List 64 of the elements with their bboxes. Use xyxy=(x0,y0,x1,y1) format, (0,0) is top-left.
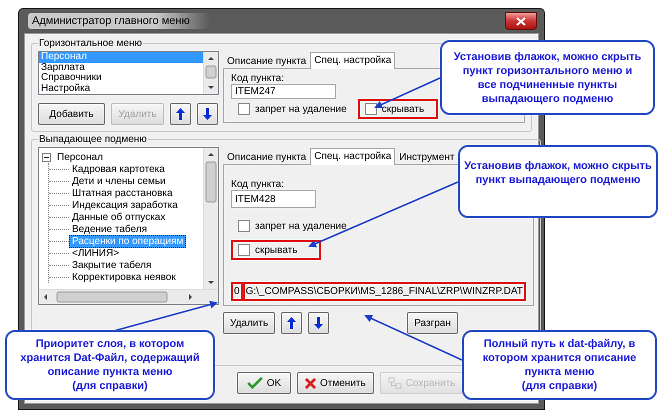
vertical-scrollbar[interactable] xyxy=(203,52,218,94)
tab[interactable]: Описание пункта xyxy=(223,53,310,68)
cross-icon xyxy=(305,378,316,388)
vertical-scrollbar[interactable] xyxy=(203,148,218,289)
checkbox-label: скрывать xyxy=(255,244,298,256)
tree-item[interactable]: Закрытие табеля xyxy=(69,258,154,272)
menu-button[interactable]: Разгран xyxy=(407,312,458,334)
close-icon xyxy=(516,16,526,26)
tree-item[interactable]: Данные об отпусках xyxy=(69,210,168,224)
horizontal-scrollbar[interactable] xyxy=(39,289,218,304)
move-down-button[interactable] xyxy=(197,103,218,125)
checkmark-icon xyxy=(246,377,263,389)
group-title: Выпадающее подменю xyxy=(38,134,148,145)
cancel-button[interactable]: Отменить xyxy=(297,372,374,394)
down-arrow-icon xyxy=(314,317,324,329)
callout-note: Установив флажок, можно скрыть пункт выпадающего подменю xyxy=(458,145,658,218)
tree-item[interactable]: Корректировка неявок xyxy=(69,270,179,284)
down-arrow-icon xyxy=(203,108,212,120)
checkbox-label: скрывать xyxy=(382,104,424,114)
field-label: Код пункта: xyxy=(231,73,284,84)
tab[interactable]: Спец. настройка xyxy=(310,52,396,69)
layer-priority-field: 0 xyxy=(231,282,243,301)
close-button[interactable] xyxy=(505,12,537,30)
move-up-button[interactable] xyxy=(281,312,302,334)
tree-item[interactable]: Ведение табеля xyxy=(69,222,150,236)
input-field[interactable]: ITEM428 xyxy=(231,190,316,208)
ok-button[interactable]: OK xyxy=(237,372,291,394)
tree-item[interactable]: Штатная расстановка xyxy=(69,186,176,200)
list-item[interactable]: Справочники xyxy=(39,73,203,84)
checkbox[interactable] xyxy=(238,244,250,256)
tree-item[interactable]: <ЛИНИЯ> xyxy=(69,246,122,260)
up-arrow-icon xyxy=(176,108,185,120)
callout-note: Полный путь к dat-файлу, в котором хранится описание пункта меню (для справки) xyxy=(462,330,657,400)
callout-note: Приоритет слоя, в котором хранится Dat-Файл, содержащий описание пункта меню (для справки) xyxy=(5,330,215,400)
list-box[interactable]: Персонал Зарплата Справочники Настройка xyxy=(38,51,219,95)
file-path-field: G:\_COMPASS\СБОРКИ\MS_1286_FINAL\ZRP\WINZRP.DAT xyxy=(242,282,526,301)
move-up-button[interactable] xyxy=(170,103,191,125)
callout-note: Установив флажок, можно скрыть пункт горизонтального меню и все подчиненные пункты выпадающего подменю xyxy=(440,40,655,115)
collapse-icon[interactable] xyxy=(42,152,51,162)
tree-item[interactable]: Дети и члены семьи xyxy=(69,174,169,188)
tree-view[interactable]: Персонал Кадровая картотека Дети и члены семьи Штатная расстановка Индексация заработка Данные об отпусках Ведение табеля Расценки по операциям <ЛИНИЯ> Закрытие табеля Корректировка неявок xyxy=(38,147,219,305)
field-label: Код пункта: xyxy=(231,179,284,190)
checkbox[interactable] xyxy=(238,220,250,232)
up-arrow-icon xyxy=(287,317,296,329)
list-item[interactable]: Зарплата xyxy=(39,62,203,73)
checkbox[interactable] xyxy=(364,103,377,115)
save-icon xyxy=(388,377,402,389)
tab[interactable]: Инструмент xyxy=(395,149,458,164)
window-title: Администратор главного меню xyxy=(28,13,210,29)
checkbox-label: запрет на удаление xyxy=(255,220,347,232)
tree-item[interactable]: Индексация заработка xyxy=(69,198,181,212)
move-down-button[interactable] xyxy=(308,312,330,334)
menu-button[interactable]: Удалить xyxy=(223,312,276,334)
tree-item[interactable]: Персонал xyxy=(54,150,106,164)
tab[interactable]: Спец. настройка xyxy=(310,148,396,165)
input-field[interactable]: ITEM247 xyxy=(231,84,336,99)
callout-arrow xyxy=(374,77,440,108)
checkbox-label: запрет на удаление xyxy=(255,104,347,114)
list-item[interactable]: Настройка xyxy=(39,84,203,94)
tree-item[interactable]: Кадровая картотека xyxy=(69,162,168,176)
checkbox[interactable] xyxy=(238,103,250,115)
tab[interactable]: Описание пункта xyxy=(223,149,310,164)
menu-button[interactable]: Добавить xyxy=(38,103,105,125)
group-title: Горизонтальное меню xyxy=(38,38,143,49)
